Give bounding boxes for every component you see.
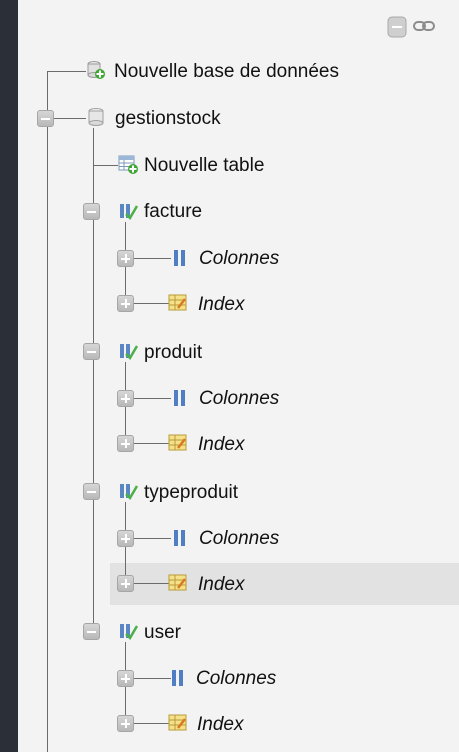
columns-label: Colonnes	[196, 668, 277, 689]
table-collapse-toggle[interactable]	[83, 483, 100, 500]
columns-expand-toggle[interactable]	[117, 390, 134, 407]
index-label: Index	[198, 434, 245, 455]
index-icon	[168, 294, 187, 311]
table-structure-icon	[120, 344, 138, 361]
index-icon	[168, 574, 187, 591]
columns-expand-toggle[interactable]	[117, 670, 134, 687]
link-with-main-button[interactable]	[413, 19, 435, 38]
table-name: user	[144, 622, 181, 643]
index-icon	[168, 714, 187, 731]
index-expand-toggle[interactable]	[117, 575, 134, 592]
collapse-all-icon	[387, 16, 407, 38]
columns-icon	[172, 670, 183, 686]
tree-branch	[48, 71, 86, 72]
table-name: produit	[144, 342, 203, 363]
database-icon	[88, 108, 104, 126]
columns-expand-toggle[interactable]	[117, 250, 134, 267]
index-label: Index	[198, 574, 245, 595]
collapse-all-button[interactable]	[387, 16, 407, 43]
tree-rail	[47, 71, 48, 752]
table-name: facture	[144, 201, 203, 222]
index-label: Index	[197, 714, 244, 735]
index-label: Index	[198, 294, 245, 315]
index-expand-toggle[interactable]	[117, 295, 134, 312]
columns-icon	[174, 390, 185, 406]
table-collapse-toggle[interactable]	[83, 623, 100, 640]
index-expand-toggle[interactable]	[117, 715, 134, 732]
new-table-icon	[118, 155, 138, 174]
columns-label: Colonnes	[199, 528, 280, 549]
columns-icon	[174, 530, 185, 546]
columns-label: Colonnes	[199, 388, 280, 409]
database-collapse-toggle[interactable]	[37, 110, 54, 127]
columns-expand-toggle[interactable]	[117, 530, 134, 547]
table-structure-icon	[120, 484, 138, 501]
table-structure-icon	[120, 624, 138, 641]
link-icon	[413, 21, 435, 31]
new-database-icon	[87, 61, 105, 79]
columns-icon	[174, 250, 185, 266]
table-name: typeproduit	[144, 482, 239, 503]
tree-branch	[94, 165, 118, 166]
new-table-label: Nouvelle table	[144, 155, 265, 176]
hover-row-highlight	[110, 563, 459, 605]
navigation-tree-panel: Nouvelle base de données gestionstock No…	[18, 0, 459, 752]
index-icon	[168, 434, 187, 451]
table-structure-icon	[120, 204, 138, 221]
database-name: gestionstock	[115, 108, 221, 129]
table-collapse-toggle[interactable]	[83, 343, 100, 360]
new-database-label: Nouvelle base de données	[114, 61, 340, 82]
columns-label: Colonnes	[199, 248, 280, 269]
table-collapse-toggle[interactable]	[83, 203, 100, 220]
index-expand-toggle[interactable]	[117, 435, 134, 452]
